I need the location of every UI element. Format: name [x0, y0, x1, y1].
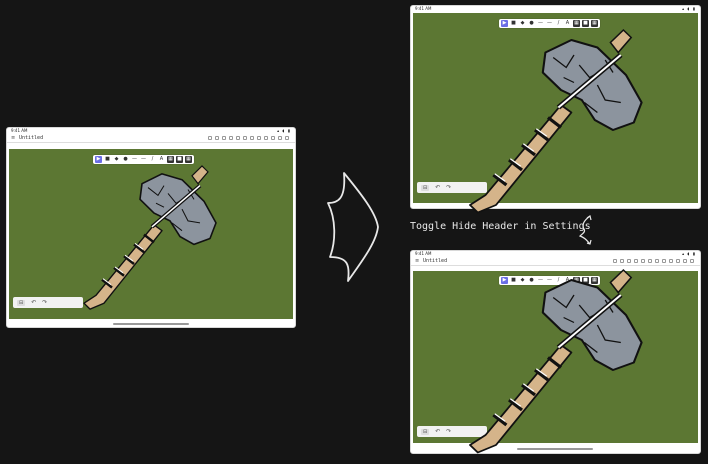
transform-arrow-icon [327, 172, 379, 282]
caption-text: Toggle Hide Header in Settings [410, 221, 591, 232]
curly-arrow-icon [578, 215, 592, 245]
